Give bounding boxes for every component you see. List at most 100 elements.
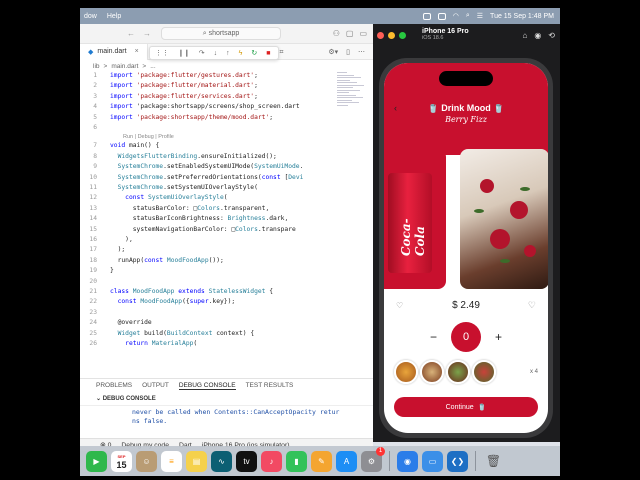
split-editor-icon[interactable]: ▯ [346, 48, 350, 56]
code-line[interactable]: 1 import 'package:flutter/gestures.dart'; [80, 72, 373, 82]
debug-console-header[interactable]: ⌄ DEBUG CONSOLE [80, 392, 373, 406]
code-line[interactable]: 26 return MaterialApp( [80, 340, 373, 350]
code-line[interactable]: 14 statusBarIconBrightness: Brightness.d… [80, 215, 373, 225]
line-number[interactable]: 23 [80, 309, 110, 319]
close-tab-icon[interactable]: × [135, 48, 139, 55]
inspector-icon[interactable]: ⌗ [279, 49, 283, 57]
simulator-app-icon[interactable]: ◉ [397, 450, 418, 472]
trash-icon[interactable]: 🗑 [483, 451, 504, 472]
copilot-icon[interactable]: ⚇ [333, 29, 340, 38]
calendar-icon[interactable]: SEP 15 [111, 450, 132, 472]
product-card-berry[interactable] [460, 149, 548, 289]
step-out-icon[interactable]: ↑ [226, 50, 230, 57]
code-line[interactable]: 18 runApp(const MoodFoodApp()); [80, 257, 373, 267]
line-number[interactable]: 13 [80, 205, 110, 215]
panel-icon[interactable]: ▭ [359, 29, 367, 38]
code-line[interactable]: 20 [80, 278, 373, 288]
tab-debug-console[interactable]: DEBUG CONSOLE [178, 382, 236, 390]
line-number[interactable]: 26 [80, 340, 110, 350]
back-arrow-icon[interactable]: ← [127, 29, 135, 38]
line-number[interactable]: 2 [80, 82, 110, 92]
control-center-icon[interactable]: ☰ [477, 12, 483, 20]
tab-test-results[interactable]: TEST RESULTS [246, 382, 294, 389]
wifi-icon[interactable]: ◠ [453, 12, 459, 20]
restart-icon[interactable]: ↻ [251, 49, 257, 57]
share-icon[interactable]: ♡ [396, 301, 403, 310]
favorite-heart-icon[interactable]: ♡ [528, 300, 536, 311]
rotate-icon[interactable]: ⟲ [548, 31, 555, 40]
code-line[interactable]: 16 ), [80, 236, 373, 246]
screenshot-icon[interactable]: ◉ [534, 31, 541, 40]
tab-problems[interactable]: PROBLEMS [96, 382, 132, 389]
forward-arrow-icon[interactable]: → [143, 29, 151, 38]
line-number[interactable]: 19 [80, 267, 110, 277]
line-number[interactable]: 15 [80, 226, 110, 236]
menu-clock[interactable]: Tue 15 Sep 1:48 PM [490, 13, 554, 20]
code-line[interactable]: 11 SystemChrome.setSystemUIOverlayStyle( [80, 184, 373, 194]
screen-record-icon[interactable] [422, 12, 431, 20]
freeform-icon[interactable]: ∿ [211, 450, 232, 472]
reminders-icon[interactable]: ≡ [161, 450, 182, 472]
line-number[interactable]: 3 [80, 93, 110, 103]
line-number[interactable]: 25 [80, 330, 110, 340]
breadcrumb-file[interactable]: main.dart [111, 63, 138, 70]
battery-icon[interactable] [437, 12, 446, 20]
line-number[interactable]: 9 [80, 163, 110, 173]
code-line[interactable]: 25 Widget build(BuildContext context) { [80, 330, 373, 340]
increment-button[interactable]: + [495, 330, 502, 344]
code-line[interactable]: 6 [80, 124, 373, 134]
pages-icon[interactable]: ✎ [311, 450, 332, 472]
product-card-cola[interactable]: Coca-Cola [384, 149, 446, 289]
code-line[interactable]: 7 void main() { [80, 142, 373, 152]
code-line[interactable]: 22 const MoodFoodApp({super.key}); [80, 298, 373, 308]
code-line[interactable]: 12 const SystemUiOverlayStyle( [80, 194, 373, 204]
pause-icon[interactable]: ❙❙ [178, 49, 190, 57]
home-icon[interactable]: ⌂ [522, 31, 527, 40]
code-line[interactable]: 24 @override [80, 319, 373, 329]
line-number[interactable]: 21 [80, 288, 110, 298]
search-menu-icon[interactable]: ⌕ [466, 12, 470, 20]
tab-output[interactable]: OUTPUT [142, 382, 169, 389]
thumbnail-item[interactable] [394, 360, 418, 384]
code-line[interactable]: 10 SystemChrome.setPreferredOrientations… [80, 174, 373, 184]
line-number[interactable]: 17 [80, 246, 110, 256]
zoom-window-button[interactable] [399, 31, 406, 39]
minimap[interactable] [337, 72, 365, 112]
code-line[interactable]: 2 import 'package:flutter/material.dart'; [80, 82, 373, 92]
codelens-run-debug[interactable]: Run | Debug | Profile [123, 134, 174, 140]
music-icon[interactable]: ♪ [261, 450, 282, 472]
contacts-icon[interactable]: ☺ [136, 450, 157, 472]
code-line[interactable]: 17 ); [80, 246, 373, 256]
system-settings-icon[interactable]: ⚙ 1 [361, 446, 385, 472]
code-line[interactable]: 19} [80, 267, 373, 277]
code-line[interactable]: 21 class MoodFoodApp extends StatelessWid… [80, 288, 373, 298]
vscode-app-icon[interactable]: ❮❯ [447, 450, 468, 472]
thumbnail-item[interactable] [472, 360, 496, 384]
code-line[interactable]: 5 import 'package:shortsapp/theme/mood.da… [80, 114, 373, 124]
line-number[interactable]: 11 [80, 184, 110, 194]
line-number[interactable]: 18 [80, 257, 110, 267]
line-number[interactable]: 16 [80, 236, 110, 246]
breadcrumb-lib[interactable]: lib [93, 63, 100, 70]
code-editor[interactable]: 1 import 'package:flutter/gestures.dart';… [80, 72, 373, 362]
menu-item-window[interactable]: dow [84, 13, 97, 20]
code-line[interactable]: 13 statusBarColor: □Colors.transparent, [80, 205, 373, 215]
close-window-button[interactable] [377, 31, 384, 39]
tab-main-dart[interactable]: ◆ main.dart × [80, 43, 148, 60]
apple-tv-icon[interactable]: tv [236, 450, 257, 472]
line-number[interactable]: 8 [80, 153, 110, 163]
finder-folder-icon[interactable]: ▭ [422, 450, 443, 472]
facetime-icon[interactable]: ▶ [86, 450, 107, 472]
hot-reload-icon[interactable]: ϟ [239, 50, 243, 57]
run-dropdown-icon[interactable]: ⚙▾ [328, 48, 338, 56]
drag-handle-icon[interactable]: ⋮⋮ [155, 49, 169, 57]
step-into-icon[interactable]: ↓ [214, 50, 218, 57]
line-number[interactable]: 7 [80, 142, 110, 152]
line-number[interactable]: 24 [80, 319, 110, 329]
thumbnail-item[interactable] [446, 360, 470, 384]
command-search-input[interactable]: ⌕ shortsapp [161, 27, 281, 40]
notes-icon[interactable]: ▤ [186, 450, 207, 472]
line-number[interactable]: 12 [80, 194, 110, 204]
line-number[interactable]: 10 [80, 174, 110, 184]
stop-icon[interactable]: ■ [266, 50, 270, 57]
